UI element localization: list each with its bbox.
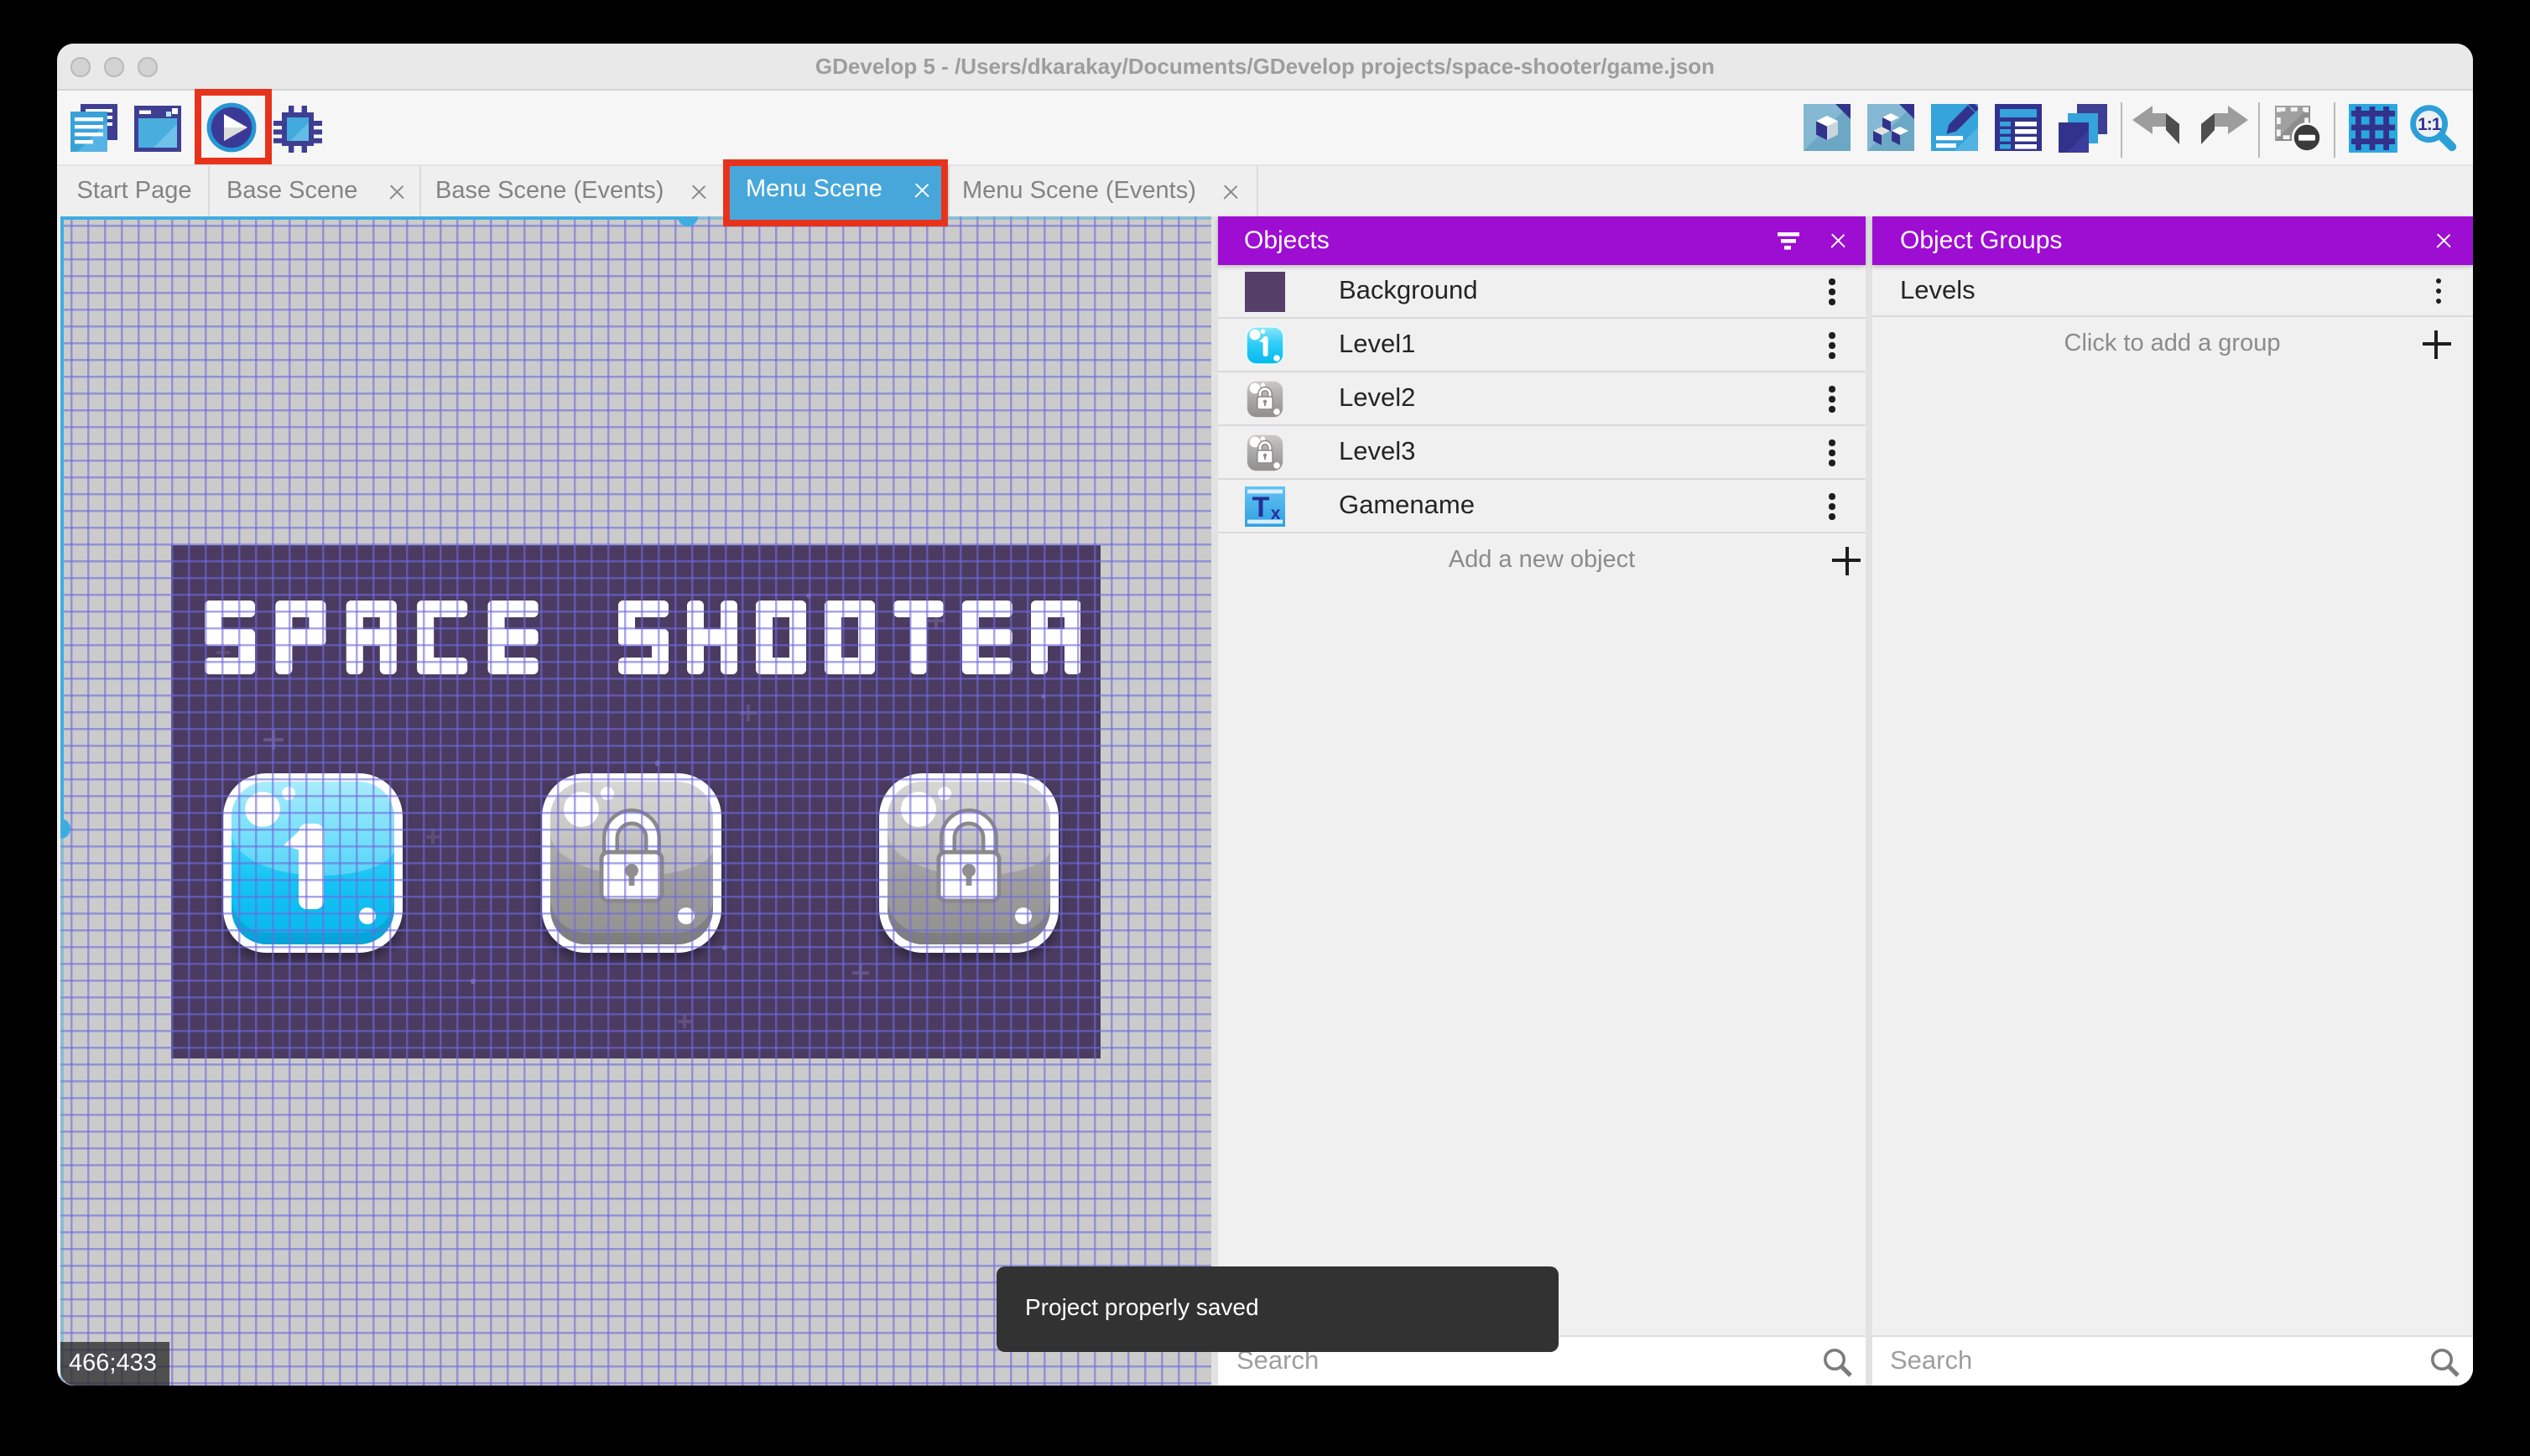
- svg-text:T: T: [1252, 491, 1270, 523]
- svg-text:1:1: 1:1: [2418, 115, 2442, 134]
- svg-text:x: x: [1271, 504, 1281, 523]
